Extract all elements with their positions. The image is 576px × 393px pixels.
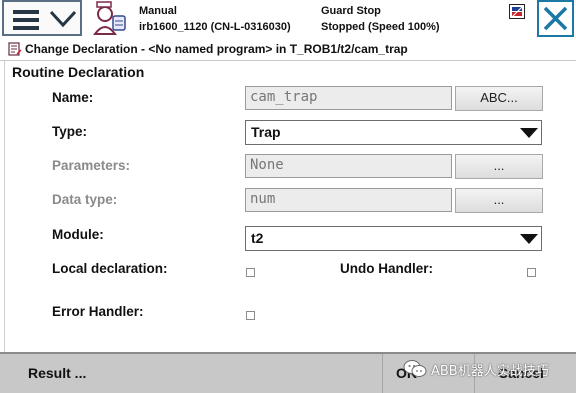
program-status: Guard Stop Stopped (Speed 100%) [321,3,440,35]
chat-bubble-icon [403,360,427,377]
watermark-text: ABB机器人实战技巧 [431,363,549,379]
program-editor-icon [8,42,22,56]
section-title: Routine Declaration [12,64,145,80]
top-status-bar: Manual irb1600_1120 (CN-L-0316030) Guard… [0,0,576,41]
local-declaration-checkbox[interactable] [246,268,255,277]
command-separator [382,354,383,393]
error-handler-label: Error Handler: [52,304,144,319]
main-menu-button[interactable] [2,0,82,36]
undo-handler-label: Undo Handler: [340,261,433,276]
module-label: Module: [52,227,104,242]
name-field: cam_trap [245,86,452,110]
undo-handler-checkbox[interactable] [527,268,536,277]
error-handler-checkbox[interactable] [246,311,255,320]
local-declaration-label: Local declaration: [52,261,168,276]
module-select[interactable]: t2 [245,226,542,251]
operating-mode: Manual [139,5,177,17]
close-button[interactable] [537,0,574,37]
program-state: Stopped (Speed 100%) [321,21,440,33]
name-label: Name: [52,90,94,105]
robot-operator-icon[interactable] [89,0,129,38]
name-keyboard-button[interactable]: ABC... [455,86,543,111]
datatype-label: Data type: [52,192,118,207]
type-selected-value: Trap [251,124,281,140]
datatype-field: num [245,188,452,212]
controller-name: irb1600_1120 (CN-L-0316030) [139,21,291,33]
datatype-button[interactable]: ... [455,188,543,213]
dropdown-arrow-icon [520,128,538,138]
module-selected-value: t2 [251,230,264,246]
motor-state: Guard Stop [321,5,381,17]
dropdown-arrow-icon [520,234,538,244]
window-title-bar: Change Declaration - <No named program> … [0,40,576,61]
type-label: Type: [52,124,88,139]
chevron-down-icon [49,10,77,28]
program-status-icon[interactable] [509,4,525,19]
watermark: ABB机器人实战技巧 [403,356,549,382]
type-select[interactable]: Trap [245,120,542,145]
close-icon [543,6,568,31]
parameters-label: Parameters: [52,158,131,173]
hamburger-icon [13,10,39,34]
result-button[interactable]: Result ... [28,354,86,393]
controller-status: Manual irb1600_1120 (CN-L-0316030) [139,3,291,35]
parameters-field: None [245,154,452,178]
parameters-button[interactable]: ... [455,154,543,179]
window-title: Change Declaration - <No named program> … [25,42,408,56]
